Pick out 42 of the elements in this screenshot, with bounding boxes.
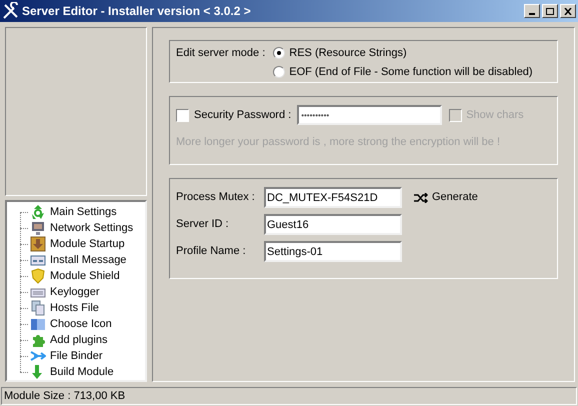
close-button[interactable] [560,4,576,18]
shield-icon [30,268,46,284]
shuffle-icon [414,192,428,202]
maximize-icon [546,8,554,14]
minimize-button[interactable] [524,4,540,18]
tree-item[interactable]: Main Settings [49,204,118,220]
monitor-icon [30,220,46,236]
radio-label[interactable]: RES (Resource Strings) [289,45,407,62]
tree-item[interactable]: Choose Icon [49,316,113,332]
radio-label[interactable]: EOF (End of File - Some function will be disabled) [289,64,533,80]
text-field[interactable]: DC_MUTEX-F54S21D [264,187,402,208]
checkbox[interactable] [176,108,189,122]
download-box-icon [30,236,46,252]
tree-item[interactable]: Network Settings [49,220,134,236]
tree-item[interactable]: Keylogger [49,284,101,300]
generate-button[interactable]: Generate [414,189,478,206]
text-field[interactable]: Settings-01 [264,241,402,262]
tree-item[interactable]: Install Message [49,252,128,268]
status-text: Module Size : 713,00 KB [4,388,126,404]
recycle-icon [30,204,46,220]
field-label: Profile Name : [176,244,247,260]
tree-item[interactable]: File Binder [49,348,104,364]
tools-icon [2,2,20,20]
documents-icon [30,300,46,316]
radio-button[interactable] [273,47,286,60]
tree-item[interactable]: Build Module [49,364,115,380]
tree-item[interactable]: Module Shield [49,268,121,284]
close-icon [564,8,572,14]
text-field[interactable]: Guest16 [264,214,402,235]
maximize-button[interactable] [542,4,558,18]
tree-item[interactable]: Hosts File [49,300,100,316]
field-label: Process Mutex : [176,190,256,206]
window-icon [30,316,46,332]
window-title: Server Editor - Installer version < 3.0.2 > [22,3,251,20]
checkbox-label[interactable]: Security Password : [194,106,292,124]
tree-item[interactable]: Module Startup [49,236,126,252]
puzzle-piece-icon [30,332,46,348]
radio-button[interactable] [273,66,286,78]
password-field[interactable]: •••••••••• [297,105,442,125]
field-label: Server ID : [176,217,230,232]
tree-item[interactable]: Add plugins [49,332,108,348]
mode-label: Edit server mode : [176,46,266,61]
